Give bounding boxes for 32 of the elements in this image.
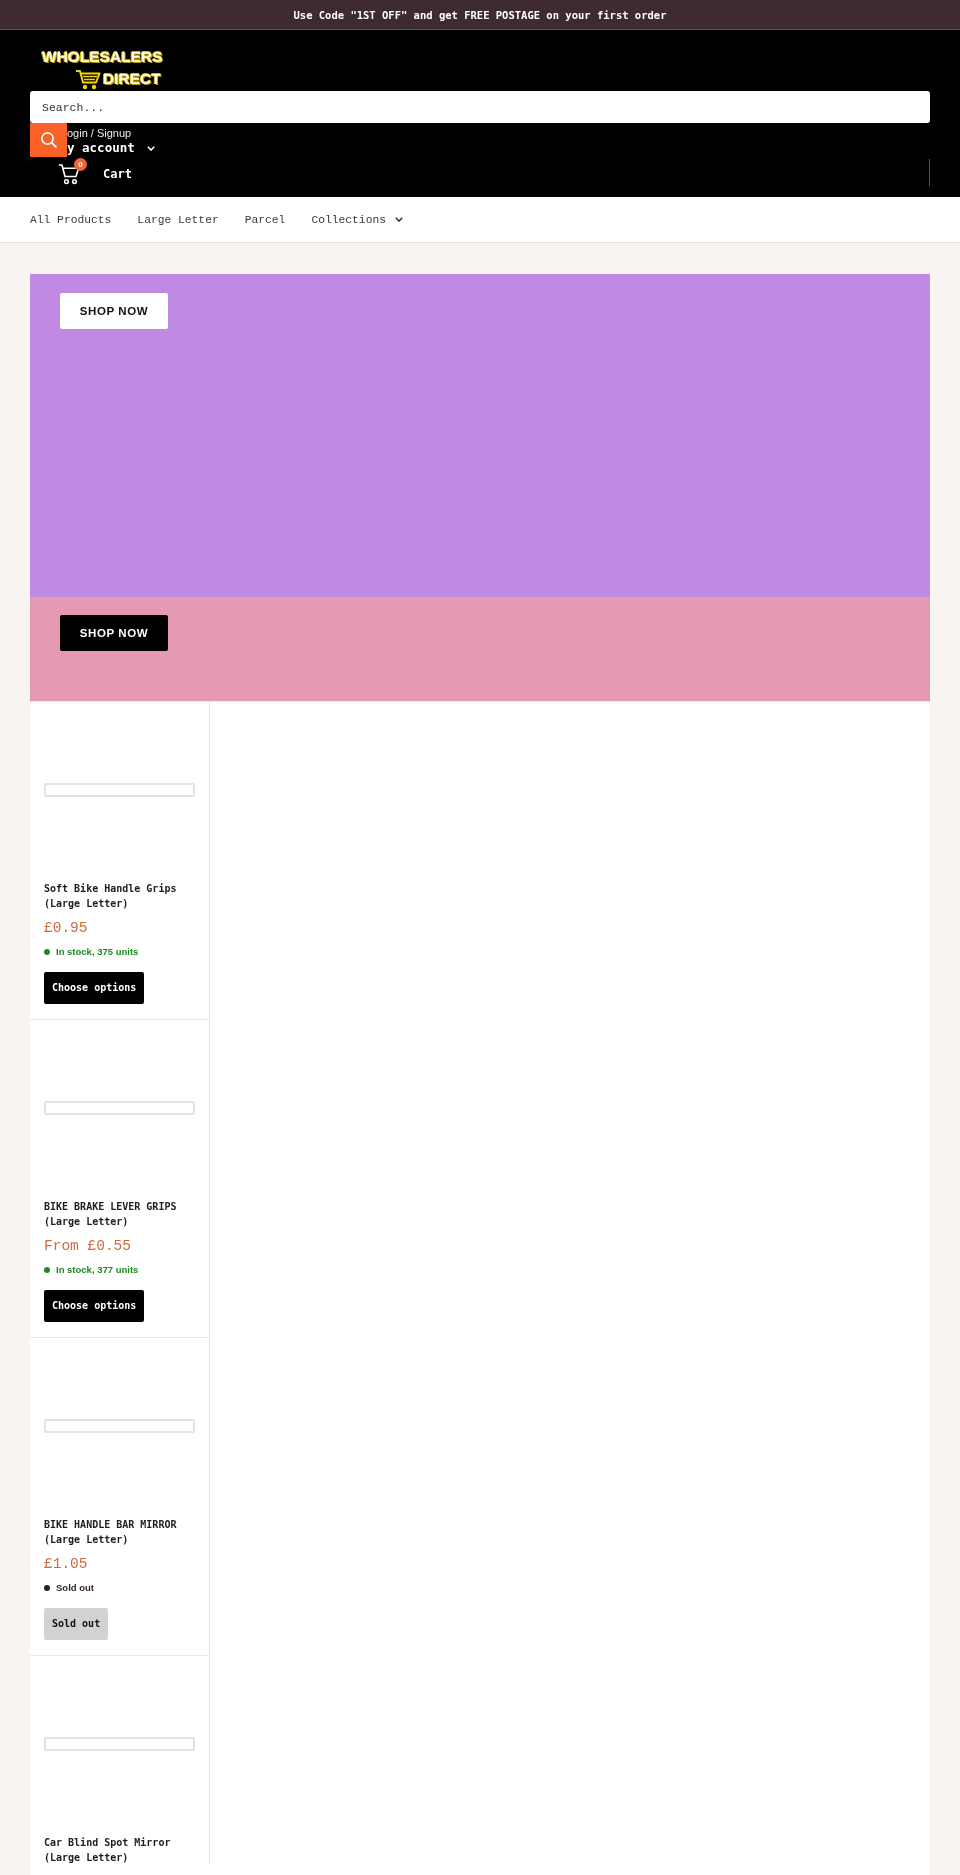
shop-now-button[interactable]: SHOP NOW: [60, 615, 168, 651]
login-signup-link[interactable]: ogin / Signup: [67, 126, 132, 140]
product-price: £0.95: [44, 919, 89, 938]
logo-text: WHOLESALERS: [42, 47, 163, 67]
chevron-down-icon: [395, 217, 403, 222]
announcement-text: Use Code "1ST OFF" and get FREE POSTAGE on your first order: [293, 7, 667, 22]
product-price: From £0.55: [44, 1237, 132, 1256]
search-icon: [40, 132, 57, 148]
cart-link[interactable]: 0 Cart: [58, 158, 134, 185]
shopping-cart-icon: [75, 68, 101, 90]
choose-options-button[interactable]: Choose options: [44, 972, 145, 1004]
cart-count-badge: 0: [74, 158, 87, 171]
product-price: £1.05: [44, 1555, 89, 1574]
logo-text: DIRECT: [103, 69, 161, 89]
search-button[interactable]: [30, 123, 67, 157]
stock-status: In stock, 377 units: [56, 1263, 139, 1277]
product-title[interactable]: Soft Bike Handle Grips (Large Letter): [44, 881, 195, 911]
stock-status: Sold out: [56, 1581, 94, 1595]
account-menu-button[interactable]: y account: [67, 140, 155, 156]
product-title[interactable]: BIKE BRAKE LEVER GRIPS (Large Letter): [44, 1199, 195, 1229]
product-title[interactable]: BIKE HANDLE BAR MIRROR (Large Letter): [44, 1517, 195, 1547]
nav-link[interactable]: Large Letter: [137, 211, 219, 228]
chevron-down-icon: [146, 145, 155, 151]
cart-icon: [58, 163, 80, 185]
stock-status: In stock, 375 units: [56, 945, 139, 959]
choose-options-button[interactable]: Choose options: [44, 1290, 145, 1322]
nav-link[interactable]: Parcel: [244, 211, 286, 228]
nav-link[interactable]: All Products: [30, 211, 112, 228]
search-field[interactable]: Search...: [30, 91, 930, 123]
product-title[interactable]: Car Blind Spot Mirror (Large Letter): [44, 1835, 195, 1865]
nav-link[interactable]: Collections: [311, 211, 403, 228]
shop-now-button[interactable]: SHOP NOW: [60, 293, 168, 329]
